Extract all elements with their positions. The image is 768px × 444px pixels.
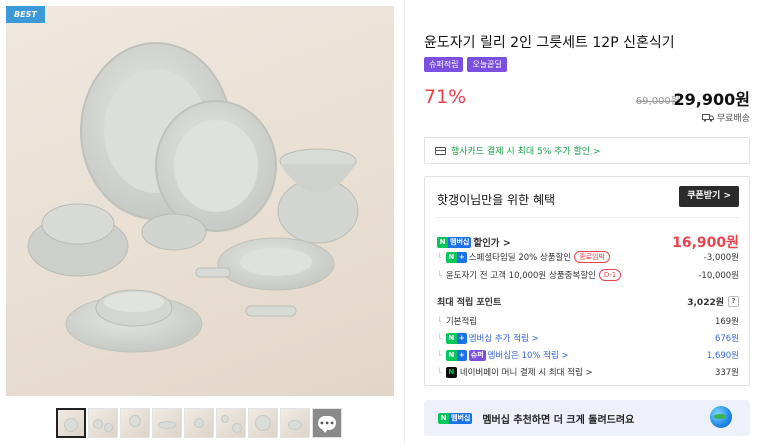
naver-plus-badge: N + <box>445 332 467 344</box>
coupon-button[interactable]: 쿠폰받기 > <box>679 186 739 207</box>
thumbnail-3[interactable] <box>120 408 150 438</box>
discount-price-row[interactable]: N 멤버십 할인가 > 16,900원 <box>437 232 739 252</box>
thumbnail-7[interactable] <box>248 408 278 438</box>
column-divider <box>404 0 405 444</box>
product-badges: 슈퍼적립 오늘끝딜 <box>424 57 507 72</box>
shipping-label: 무료배송 <box>716 114 750 124</box>
globe-icon <box>710 406 732 428</box>
main-product-image[interactable]: BEST <box>6 6 394 396</box>
discount-label: 할인가 > <box>473 238 511 249</box>
membership-banner-text: 멤버십 추천하면 더 크게 돌려드려요 <box>482 414 635 426</box>
truck-icon <box>701 113 714 122</box>
product-info-panel: 윤도자기 릴리 2인 그릇세트 12P 신혼식기 슈퍼적립 오늘끝딜 71% 6… <box>424 0 758 444</box>
chat-bubble-icon: ••• <box>318 416 336 433</box>
thumbnail-5[interactable] <box>184 408 214 438</box>
thumbnail-8[interactable] <box>280 408 310 438</box>
discount-item-value: -10,000원 <box>698 271 739 281</box>
point-item-value: 676원 <box>714 334 739 344</box>
point-item-value: 169원 <box>714 317 739 327</box>
card-promo-text: 행사카드 결제 시 최대 5% 추가 할인 > <box>451 147 601 157</box>
thumbnail-4[interactable] <box>152 408 182 438</box>
naver-plus-badge: N 멤버십 <box>438 412 473 424</box>
discount-item-value: -3,000원 <box>703 253 739 263</box>
point-item-row: └ 기본적립 169원 <box>437 316 739 328</box>
point-item-label: 기본적립 <box>445 317 478 327</box>
naver-plus-badge: N + <box>445 251 467 263</box>
more-images-button[interactable]: ••• <box>312 408 342 438</box>
shipping-info: 무료배송 <box>701 111 750 124</box>
naver-plus-badge: N 멤버십 <box>437 236 472 248</box>
d-day-tag: D-1 <box>598 269 622 281</box>
product-gallery: BEST ••• <box>6 6 394 444</box>
thumbnail-6[interactable] <box>216 408 246 438</box>
credit-card-icon <box>435 146 446 155</box>
product-title: 윤도자기 릴리 2인 그릇세트 12P 신혼식기 <box>424 35 675 51</box>
discount-item-row: └ N + 스페셜타임딜 20% 상품할인 종료임박 -3,000원 <box>437 251 739 263</box>
point-item-value: 1,690원 <box>706 351 739 361</box>
super-badge: 슈퍼 <box>468 349 486 361</box>
discount-item-label: 윤도자기 전 고객 10,000원 상품중복할인 <box>445 271 596 281</box>
discount-item-row: └ 윤도자기 전 고객 10,000원 상품중복할인 D-1 -10,000원 <box>437 269 739 281</box>
discount-rate: 71% <box>424 86 467 108</box>
benefit-box: 핫갱이님만을 위한 혜택 쿠폰받기 > N 멤버십 할인가 > 16,900원 └… <box>424 176 750 386</box>
benefit-divider <box>435 217 739 218</box>
points-total: 3,022원 <box>687 298 724 308</box>
thumbnail-2[interactable] <box>88 408 118 438</box>
membership-10-link[interactable]: 멤버십은 10% 적립 > <box>488 349 569 361</box>
help-icon[interactable]: ? <box>728 296 739 307</box>
ending-soon-tag: 종료임박 <box>574 251 610 263</box>
thumbnail-strip: ••• <box>56 408 342 438</box>
point-item-row[interactable]: └ N 네이버페이 머니 결제 시 최대 적립 > 337원 <box>437 366 739 378</box>
tableware-illustration <box>27 42 359 353</box>
thumbnail-1[interactable] <box>56 408 86 438</box>
super-points-badge: 슈퍼적립 <box>424 57 464 72</box>
today-deal-badge: 오늘끝딜 <box>467 57 507 72</box>
membership-extra-link[interactable]: 멤버십 추가 적립 > <box>469 332 539 344</box>
naver-plus-badge: N + <box>445 349 467 361</box>
points-label: 최대 적립 포인트 <box>437 298 502 308</box>
point-item-value: 337원 <box>714 368 739 378</box>
discount-price: 16,900원 <box>672 235 739 251</box>
point-item-row[interactable]: └ N + 멤버십 추가 적립 > 676원 <box>437 332 739 344</box>
points-row: 최대 적립 포인트 3,022원 ? <box>437 295 739 308</box>
benefit-title: 핫갱이님만을 위한 혜택 <box>437 193 556 207</box>
card-promo-banner[interactable]: 행사카드 결제 시 최대 5% 추가 할인 > <box>424 137 750 164</box>
membership-banner[interactable]: N 멤버십 멤버십 추천하면 더 크게 돌려드려요 <box>424 400 750 436</box>
discount-item-label: 스페셜타임딜 20% 상품할인 <box>468 253 572 263</box>
naverpay-link[interactable]: 네이버페이 머니 결제 시 최대 적립 > <box>460 366 593 378</box>
sale-price: 29,900원 <box>673 90 750 109</box>
naver-pay-icon: N <box>445 366 457 378</box>
best-badge: BEST <box>6 6 45 23</box>
point-item-row[interactable]: └ N + 슈퍼 멤버십은 10% 적립 > 1,690원 <box>437 349 739 361</box>
